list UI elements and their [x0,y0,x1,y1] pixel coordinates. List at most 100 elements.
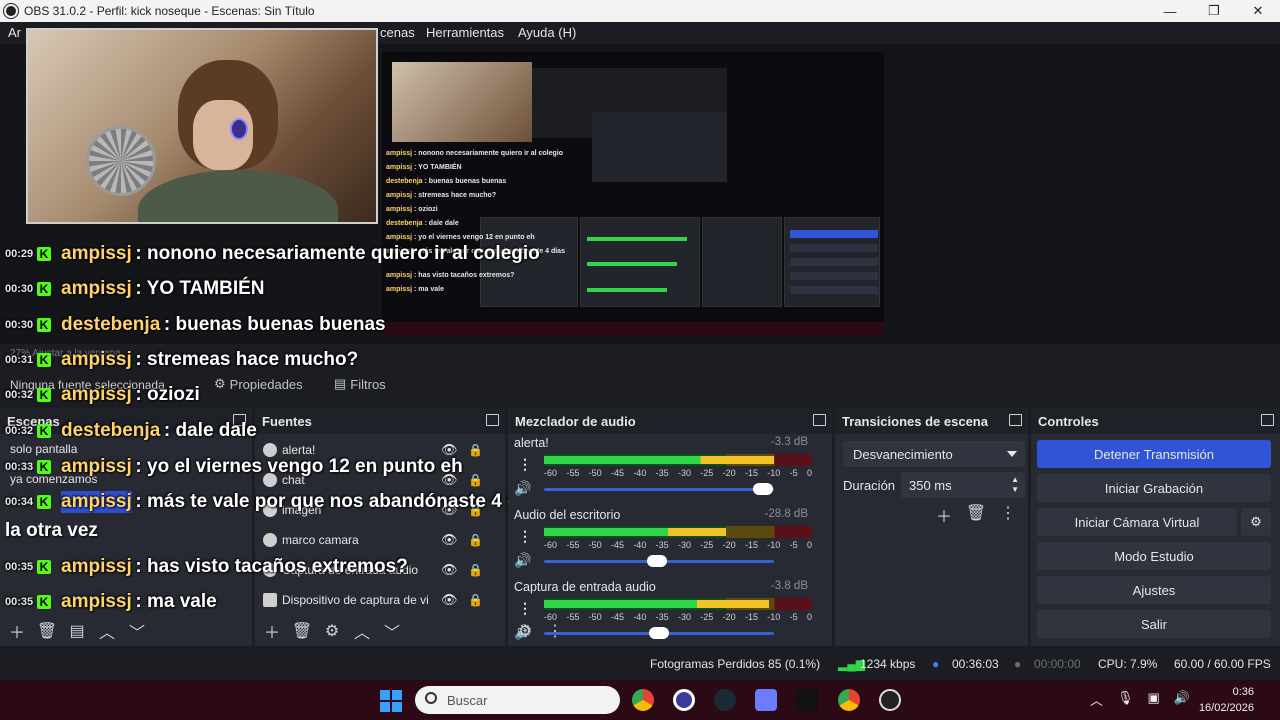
properties-button[interactable]: ⚙ Propiedades [214,376,303,392]
record-icon: ● [1014,657,1022,671]
transitions-dock: Transiciones de escena Desvanecimiento D… [835,408,1028,646]
scene-item[interactable]: solo pantalla [10,442,77,456]
chevron-down-icon [1007,451,1017,457]
remove-scene-icon[interactable]: 🗑 [36,621,58,641]
kick-icon: K [37,424,51,438]
menu-file[interactable]: Ar [8,25,21,40]
channel-name: Audio del escritorio [514,508,621,522]
fan-image [86,126,156,196]
channel-db: -3.8 dB [770,580,808,592]
channel-menu-icon[interactable]: ⋮ [518,600,532,617]
volume-slider[interactable] [544,555,774,567]
move-down-icon[interactable]: ﹀ [381,619,403,643]
transition-menu-icon[interactable]: ⋮ [997,503,1019,523]
meter-tick: -10 [767,540,781,550]
volume-slider[interactable] [544,483,774,495]
chat-message: 00:34 K ampissj : más te vale por que nos… [5,491,546,513]
fps: 60.00 / 60.00 FPS [1174,657,1271,671]
obs-app-icon[interactable] [673,689,695,711]
windows-start-icon[interactable] [380,690,402,712]
add-scene-icon[interactable]: ＋ [6,619,28,643]
minimize-button[interactable]: — [1148,0,1192,22]
filters-button[interactable]: ▤ Filtros [334,376,386,392]
obs-active-icon[interactable] [879,689,901,711]
sources-dock: Fuentes alerta! 👁 🔒 chat 👁 🔒 imagen 👁 🔒 marco … [255,408,505,646]
virtual-cam-settings-button[interactable]: ⚙ [1241,508,1271,536]
app-icon[interactable] [755,689,777,711]
undock-icon[interactable] [813,414,826,426]
undock-icon[interactable] [486,414,499,426]
audio-mixer-dock: Mezclador de audio alerta! -3.3 dB ⋮ -60 -55… [508,408,832,646]
menu-tools[interactable]: Herramientas [426,25,504,40]
volume-meter [544,526,812,538]
start-recording-button[interactable]: Iniciar Grabación [1037,474,1271,502]
meter-tick: 0 [806,540,812,550]
gear-icon: ⚙ [214,376,226,391]
meter-tick: -5 [789,540,798,550]
meter-tick: -25 [700,468,714,478]
source-settings-icon[interactable]: ⚙ [321,621,343,641]
mixer-channel: Audio del escritorio -28.8 dB ⋮ -60 -55 -50 -4… [508,508,820,580]
exit-button[interactable]: Salir [1037,610,1271,638]
preview-canvas[interactable]: ampissj : nonono necesariamente quiero i… [382,52,884,336]
meter-tick: -5 [789,468,798,478]
window-titlebar: OBS 31.0.2 - Perfil: kick noseque - Esce… [0,0,1280,22]
volume-knob[interactable] [646,555,667,567]
chat-message: 00:35 K ampissj : has visto tacaños extre… [5,556,408,577]
speaker-icon[interactable]: 🔊 [514,480,531,497]
kick-icon: K [37,460,51,474]
gear-icon: ⚙ [1250,514,1262,529]
menu-help[interactable]: Ayuda (H) [518,25,576,40]
meter-tick: -15 [744,468,758,478]
meter-tick: -30 [677,540,691,550]
advanced-audio-icon[interactable]: ⚙ [514,621,536,641]
add-transition-icon[interactable]: ＋ [933,503,955,527]
settings-button[interactable]: Ajustes [1037,576,1271,604]
start-virtual-cam-button[interactable]: Iniciar Cámara Virtual [1037,508,1237,536]
taskbar-search[interactable]: Buscar [415,686,620,714]
scene-filters-icon[interactable]: ▤ [66,621,88,641]
lock-icon: 🔒 [468,563,483,577]
remove-transition-icon[interactable]: 🗑 [965,503,987,523]
meter-tick: 0 [806,468,812,478]
kick-icon: K [37,495,51,509]
move-up-icon[interactable]: ︿ [351,619,373,643]
stop-stream-button[interactable]: Detener Transmisión [1037,440,1271,468]
system-tray[interactable]: ︿ 🎙 ▣ 🔊 [1090,690,1190,709]
steam-icon[interactable] [714,689,736,711]
maximize-button[interactable]: ❐ [1192,0,1236,22]
remove-source-icon[interactable]: 🗑 [291,621,313,641]
meter-scale: -60 -55 -50 -45 -40 -35 -30 -25 -20 -15 -10 -5 0 [544,468,812,478]
undock-icon[interactable] [1261,414,1274,426]
record-time: 00:00:00 [1034,657,1081,671]
speaker-icon[interactable]: 🔊 [514,552,531,569]
chat-message: 00:33 K ampissj : yo el viernes vengo 12 … [5,456,463,477]
duration-input[interactable]: 350 ms ▲ ▼ [901,472,1025,498]
meter-tick: -50 [588,468,602,478]
chrome-profile-icon[interactable] [838,689,860,711]
capcut-icon[interactable] [796,689,818,711]
channel-db: -3.3 dB [770,436,808,448]
undock-icon[interactable] [1009,414,1022,426]
transition-select[interactable]: Desvanecimiento [843,441,1025,467]
headset-icon [230,118,248,140]
volume-knob[interactable] [752,483,773,495]
chrome-icon[interactable] [632,689,654,711]
add-source-icon[interactable]: ＋ [261,619,283,643]
channel-menu-icon[interactable]: ⋮ [518,456,532,473]
mixer-menu-icon[interactable]: ⋮ [544,621,566,641]
move-down-icon[interactable]: ﹀ [126,619,148,643]
move-up-icon[interactable]: ︿ [96,619,118,643]
close-button[interactable]: ✕ [1236,0,1280,22]
menu-scenes[interactable]: cenas [380,25,415,40]
lock-icon: 🔒 [468,593,483,607]
meter-tick: -45 [610,468,624,478]
studio-mode-button[interactable]: Modo Estudio [1037,542,1271,570]
channel-menu-icon[interactable]: ⋮ [518,528,532,545]
source-item[interactable]: Dispositivo de captura de vi 👁 🔒 [263,587,493,613]
source-item[interactable]: marco camara 👁 🔒 [263,527,493,553]
clock[interactable]: 0:36 16/02/2026 [1199,684,1254,716]
meter-tick: -30 [677,468,691,478]
volume-icon: 🔊 [1173,690,1191,705]
channel-name: Captura de entrada audio [514,580,656,594]
